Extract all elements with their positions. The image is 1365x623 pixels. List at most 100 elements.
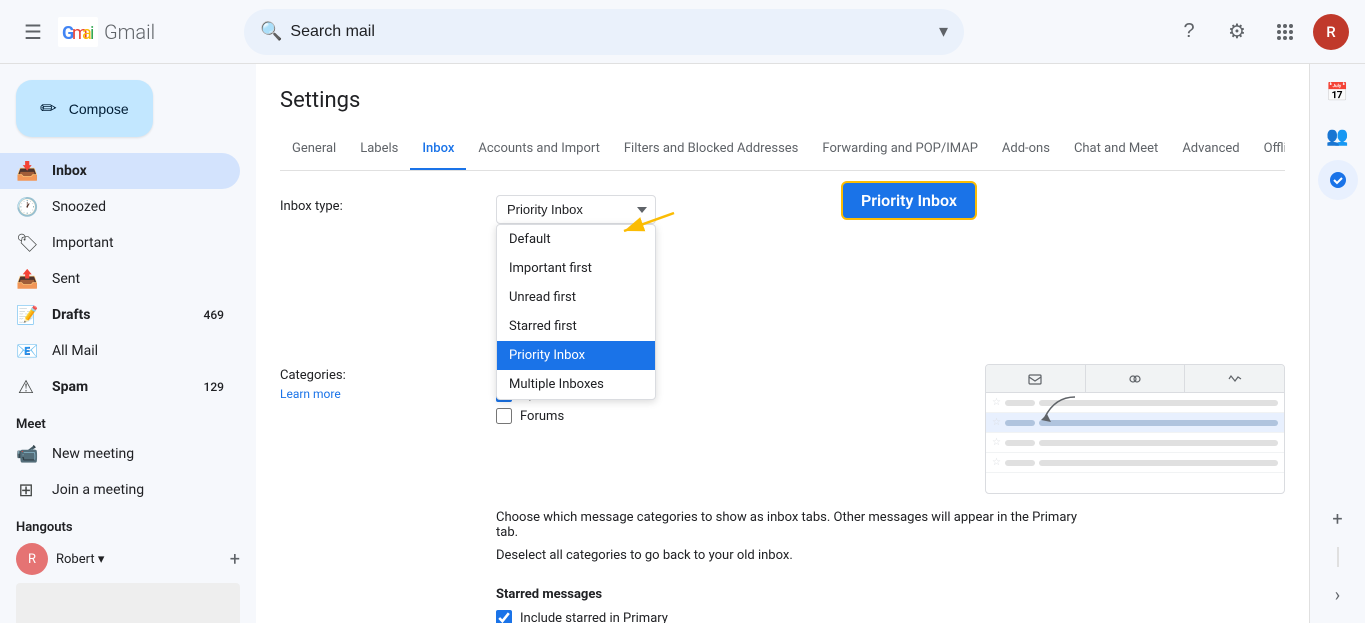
preview-arrow-icon [1025,392,1085,432]
compose-button[interactable]: ✏ Compose [16,80,153,137]
right-panel-tasks-icon[interactable] [1318,160,1358,200]
option-unread-first[interactable]: Unread first [497,283,655,312]
right-panel-calendar-icon[interactable]: 📅 [1318,72,1358,112]
inbox-preview: ☆ ☆ ☆ [985,364,1285,494]
right-panel-divider [1337,547,1339,567]
starred-checkbox[interactable] [496,610,512,623]
settings-tabs: General Labels Inbox Accounts and Import… [280,129,1285,171]
starred-checkbox-label: Include starred in Primary [520,611,668,623]
inbox-label: Inbox [52,163,224,179]
settings-button[interactable]: ⚙ [1217,12,1257,52]
preview-tab-social [1086,365,1186,392]
categories-desc-2: Deselect all categories to go back to yo… [496,548,1096,563]
new-meeting-label: New meeting [52,446,224,462]
snoozed-icon: 🕐 [16,197,36,218]
tab-filters[interactable]: Filters and Blocked Addresses [612,129,811,171]
compose-plus-icon: ✏ [40,96,57,121]
learn-more-link[interactable]: Learn more [280,387,480,401]
sidebar-item-inbox[interactable]: 📥 Inbox [0,153,240,189]
spam-count: 129 [204,380,224,394]
tab-forwarding[interactable]: Forwarding and POP/IMAP [810,129,990,171]
help-button[interactable]: ? [1169,12,1209,52]
sent-icon: 📤 [16,269,36,290]
preview-row-4: ☆ [986,453,1284,473]
starred-messages-label [280,587,480,591]
option-multiple-inboxes[interactable]: Multiple Inboxes [497,370,655,399]
right-panel-people-icon[interactable]: 👥 [1318,116,1358,156]
starred-messages-row: Starred messages Include starred in Prim… [280,587,1285,623]
settings-header: Settings General Labels Inbox Accounts a… [256,64,1309,171]
tab-offline[interactable]: Offline [1252,129,1285,171]
search-dropdown-icon[interactable]: ▾ [939,21,948,42]
option-starred-first[interactable]: Starred first [497,312,655,341]
preview-star-3: ☆ [992,437,1001,448]
topbar: ☰ G m a i Gmail 🔍 ▾ ? ⚙ [0,0,1365,64]
main-layout: ✏ Compose 📥 Inbox 🕐 Snoozed 🏷 Important … [0,64,1365,623]
inbox-type-row: Inbox type: Default Important first Unre… [280,195,1285,224]
gmail-logo: G m a i Gmail [58,17,155,47]
categories-label: Categories: Learn more [280,364,480,401]
hangouts-section-header: Hangouts [0,508,256,539]
preview-sender-4 [1005,460,1035,466]
apps-button[interactable] [1265,12,1305,52]
all-mail-icon: 📧 [16,341,36,362]
sent-label: Sent [52,271,224,287]
tab-general[interactable]: General [280,129,348,171]
spam-label: Spam [52,379,188,395]
search-input[interactable] [290,23,931,41]
drafts-label: Drafts [52,307,188,323]
hangouts-preview [16,583,240,623]
topbar-right: ? ⚙ R [1169,12,1349,52]
topbar-left: ☰ G m a i Gmail [16,12,236,52]
sidebar-item-drafts[interactable]: 📝 Drafts 469 [0,297,240,333]
sidebar-item-all-mail[interactable]: 📧 All Mail [0,333,240,369]
right-panel-chevron-icon[interactable]: › [1318,575,1358,615]
tab-accounts[interactable]: Accounts and Import [466,129,611,171]
preview-star-1: ☆ [992,397,1001,408]
preview-subject-3 [1039,440,1278,446]
inbox-type-dropdown-area: Default Important first Unread first Sta… [496,195,656,224]
tab-chat[interactable]: Chat and Meet [1062,129,1170,171]
drafts-icon: 📝 [16,305,36,326]
search-bar[interactable]: 🔍 ▾ [244,9,964,55]
inbox-type-dropdown-list: Default Important first Unread first Sta… [496,224,656,400]
settings-body: Inbox type: Default Important first Unre… [256,171,1309,623]
priority-inbox-tooltip: Priority Inbox [841,181,977,220]
option-important-first[interactable]: Important first [497,254,655,283]
inbox-preview-container: ☆ ☆ ☆ [945,364,1285,494]
compose-label: Compose [69,101,129,117]
sidebar: ✏ Compose 📥 Inbox 🕐 Snoozed 🏷 Important … [0,64,256,623]
forums-checkbox-row: Forums [496,408,921,424]
sidebar-item-new-meeting[interactable]: 📹 New meeting [0,436,240,472]
important-label: Important [52,235,224,251]
sidebar-item-join-meeting[interactable]: ⊞ Join a meeting [0,472,240,508]
tooltip-arrow-icon [619,211,679,241]
hangouts-add-icon[interactable]: + [230,549,240,570]
sidebar-item-important[interactable]: 🏷 Important [0,225,240,261]
preview-tab-promotions [1185,365,1284,392]
starred-checkbox-row: Include starred in Primary [496,610,1285,623]
tab-advanced[interactable]: Advanced [1170,129,1251,171]
tab-addons[interactable]: Add-ons [990,129,1062,171]
meet-section-header: Meet [0,405,256,436]
inbox-type-content: Default Important first Unread first Sta… [496,195,1285,224]
tab-labels[interactable]: Labels [348,129,410,171]
preview-tabs [986,365,1284,393]
hamburger-icon[interactable]: ☰ [16,12,50,52]
right-panel-add-icon[interactable]: + [1318,499,1358,539]
right-panel: 📅 👥 + › [1309,64,1365,623]
search-icon: 🔍 [260,21,282,42]
tab-inbox[interactable]: Inbox [410,129,466,171]
forums-label: Forums [520,409,564,424]
snoozed-label: Snoozed [52,199,224,215]
hangouts-user-item[interactable]: R Robert ▾ + [0,539,256,579]
avatar[interactable]: R [1313,14,1349,50]
sidebar-item-sent[interactable]: 📤 Sent [0,261,240,297]
preview-subject-4 [1039,460,1278,466]
sidebar-item-snoozed[interactable]: 🕐 Snoozed [0,189,240,225]
sidebar-item-spam[interactable]: ⚠ Spam 129 [0,369,240,405]
option-priority-inbox[interactable]: Priority Inbox [497,341,655,370]
drafts-count: 469 [204,308,224,322]
preview-star-2: ☆ [992,417,1001,428]
forums-checkbox[interactable] [496,408,512,424]
